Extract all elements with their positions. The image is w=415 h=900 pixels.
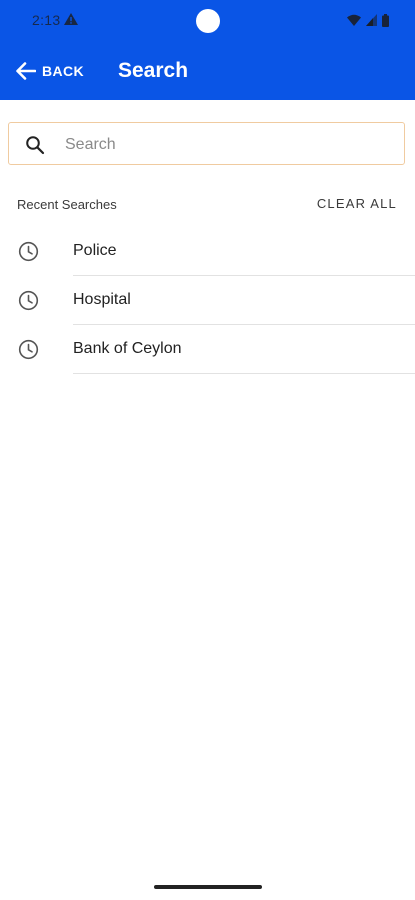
search-input[interactable] xyxy=(63,129,397,161)
recent-search-label: Bank of Ceylon xyxy=(73,340,182,357)
recent-search-label: Hospital xyxy=(73,291,131,308)
camera-cutout xyxy=(196,9,220,33)
recent-search-item-hospital[interactable]: Hospital xyxy=(0,276,415,325)
gesture-navigation-bar[interactable] xyxy=(154,885,262,889)
search-icon xyxy=(26,136,45,155)
status-bar: 2:13 xyxy=(0,0,415,42)
recent-search-item-bank-of-ceylon[interactable]: Bank of Ceylon xyxy=(0,325,415,374)
back-button-label: BACK xyxy=(42,63,85,79)
status-icons xyxy=(347,13,389,27)
back-arrow-icon xyxy=(16,62,36,80)
recent-search-label: Police xyxy=(73,242,117,259)
wifi-icon xyxy=(347,14,361,26)
status-time: 2:13 xyxy=(32,12,61,28)
list-divider xyxy=(73,373,415,374)
back-button[interactable]: BACK xyxy=(16,56,84,86)
clock-icon xyxy=(18,290,39,311)
recent-searches-header: Recent Searches CLEAR ALL xyxy=(0,190,415,220)
phone-screen: 2:13 BACK Search Search Recent Searches … xyxy=(0,0,415,900)
recent-search-item-police[interactable]: Police xyxy=(0,227,415,276)
recent-searches-title: Recent Searches xyxy=(17,197,117,212)
recent-searches-list: Police Hospital Bank of Ceylon xyxy=(0,227,415,374)
battery-icon xyxy=(382,13,389,27)
clock-icon xyxy=(18,339,39,360)
warning-icon xyxy=(64,13,78,25)
clock-icon xyxy=(18,241,39,262)
top-app-area: 2:13 BACK Search xyxy=(0,0,415,100)
app-bar: BACK Search xyxy=(0,42,415,100)
page-title: Search xyxy=(118,59,189,82)
clear-all-button[interactable]: CLEAR ALL xyxy=(317,196,397,211)
signal-icon xyxy=(366,14,377,26)
search-field[interactable] xyxy=(8,122,405,165)
